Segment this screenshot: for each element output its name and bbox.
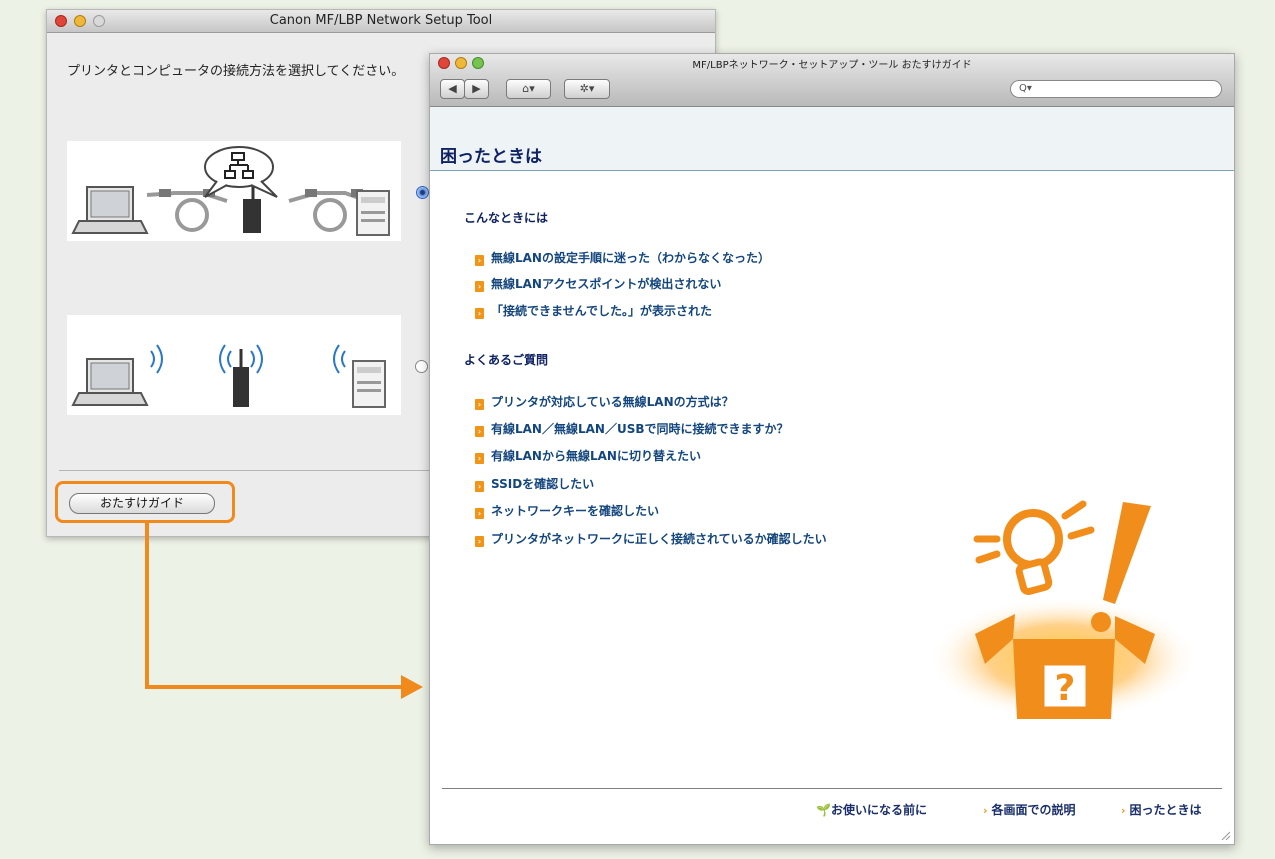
back-button[interactable]: ◀: [440, 79, 465, 99]
callout-arrow-icon: [401, 675, 423, 699]
connection-instruction: プリンタとコンピュータの接続方法を選択してください。: [67, 64, 405, 79]
bullet-icon: ›: [475, 536, 484, 547]
list-item[interactable]: › 無線LANアクセスポイントが検出されない: [475, 275, 721, 292]
list-item[interactable]: › プリンタがネットワークに正しく接続されているか確認したい: [475, 530, 827, 547]
gear-icon: ✲▾: [579, 82, 595, 95]
chevron-right-icon: ›: [1121, 804, 1126, 817]
forward-button[interactable]: ▶: [464, 79, 489, 99]
home-button[interactable]: ⌂▾: [506, 79, 551, 99]
list-item[interactable]: › SSIDを確認したい: [475, 475, 594, 492]
callout-connector-vertical: [145, 522, 149, 689]
section-title-faq: よくあるご質問: [464, 353, 549, 367]
trouble-illustration-icon: ?: [928, 500, 1198, 721]
footer-divider: [442, 788, 1222, 789]
home-icon: ⌂▾: [522, 82, 535, 95]
bullet-icon: ›: [475, 255, 484, 266]
wireless-option-radio[interactable]: [415, 360, 428, 373]
footer-link-before-use[interactable]: 🌱お使いになる前に: [816, 801, 927, 818]
action-menu-button[interactable]: ✲▾: [564, 79, 610, 99]
bullet-icon: ›: [475, 308, 484, 319]
sprout-icon: 🌱: [816, 803, 831, 817]
back-arrow-icon: ◀: [448, 82, 457, 95]
search-input[interactable]: Q▾: [1010, 80, 1222, 98]
bullet-icon: ›: [475, 508, 484, 519]
bullet-icon: ›: [475, 481, 484, 492]
zoom-window-button[interactable]: [93, 15, 105, 27]
list-item[interactable]: › ネットワークキーを確認したい: [475, 502, 659, 519]
help-guide-window: MF/LBPネットワーク・セットアップ・ツール おたすけガイド ◀ ▶ ⌂▾ ✲…: [429, 53, 1235, 845]
list-item[interactable]: › 「接続できませんでした。」が表示された: [475, 302, 712, 319]
forward-arrow-icon: ▶: [472, 82, 481, 95]
callout-connector-horizontal: [145, 685, 403, 689]
help-toolbar: MF/LBPネットワーク・セットアップ・ツール おたすけガイド ◀ ▶ ⌂▾ ✲…: [430, 54, 1234, 107]
bullet-icon: ›: [475, 399, 484, 410]
wireless-connection-diagram[interactable]: [67, 315, 401, 415]
bullet-icon: ›: [475, 426, 484, 437]
list-item[interactable]: › 無線LANの設定手順に迷った（わからなくなった）: [475, 249, 770, 266]
page-header-band: [430, 107, 1234, 171]
list-item[interactable]: › 有線LANから無線LANに切り替えたい: [475, 447, 701, 464]
search-icon: Q▾: [1019, 83, 1032, 94]
help-window-title: MF/LBPネットワーク・セットアップ・ツール おたすけガイド: [692, 60, 972, 71]
guide-button-highlight: [55, 481, 235, 523]
resize-grip-icon[interactable]: [1220, 830, 1230, 840]
bullet-icon: ›: [475, 281, 484, 292]
page-title: 困ったときは: [440, 147, 542, 167]
svg-text:?: ?: [1055, 668, 1076, 709]
list-item[interactable]: › プリンタが対応している無線LANの方式は？: [475, 393, 734, 410]
footer-link-troubleshooting[interactable]: › 困ったときは: [1121, 801, 1202, 818]
close-window-button[interactable]: [55, 15, 67, 27]
setup-window-title: Canon MF/LBP Network Setup Tool: [269, 13, 493, 28]
bullet-icon: ›: [475, 453, 484, 464]
wired-connection-diagram[interactable]: [67, 141, 401, 241]
wired-option-radio[interactable]: [416, 186, 429, 199]
list-item[interactable]: › 有線LAN／無線LAN／USBで同時に接続できますか？: [475, 420, 789, 437]
minimize-window-button[interactable]: [74, 15, 86, 27]
footer-link-screen-descriptions[interactable]: › 各画面での説明: [983, 801, 1076, 818]
wired-network-illustration: [71, 146, 390, 236]
section-title-situations: こんなときには: [464, 211, 549, 225]
wireless-network-illustration: [71, 344, 386, 408]
setup-titlebar: Canon MF/LBP Network Setup Tool: [47, 10, 715, 33]
chevron-right-icon: ›: [983, 804, 988, 817]
